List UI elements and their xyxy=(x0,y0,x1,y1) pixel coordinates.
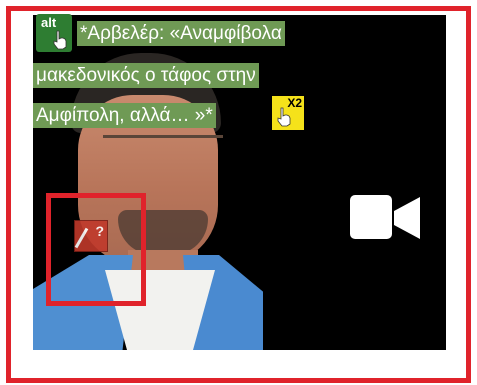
hand-pointer-icon xyxy=(53,30,67,50)
pen-stroke xyxy=(74,227,89,249)
hand-pointer-icon xyxy=(277,107,291,127)
video-camera-icon xyxy=(350,195,420,239)
edit-pen-icon[interactable]: ? xyxy=(74,220,108,252)
alt-label: alt xyxy=(41,15,57,30)
caption-line-3: Αμφίπολη, αλλά… »* xyxy=(33,103,216,128)
photo-glasses xyxy=(103,135,223,168)
caption-line-1: *Αρβελέρ: «Αναμφίβολα xyxy=(77,21,285,46)
small-icon-label: ? xyxy=(95,223,104,239)
caption-line-2: μακεδονικός ο τάφος στην xyxy=(33,63,259,88)
page: *Αρβελέρ: «Αναμφίβολα μακεδονικός ο τάφο… xyxy=(0,0,477,385)
x2-button[interactable]: X2 xyxy=(272,96,304,130)
alt-text-button[interactable]: alt xyxy=(36,14,72,52)
